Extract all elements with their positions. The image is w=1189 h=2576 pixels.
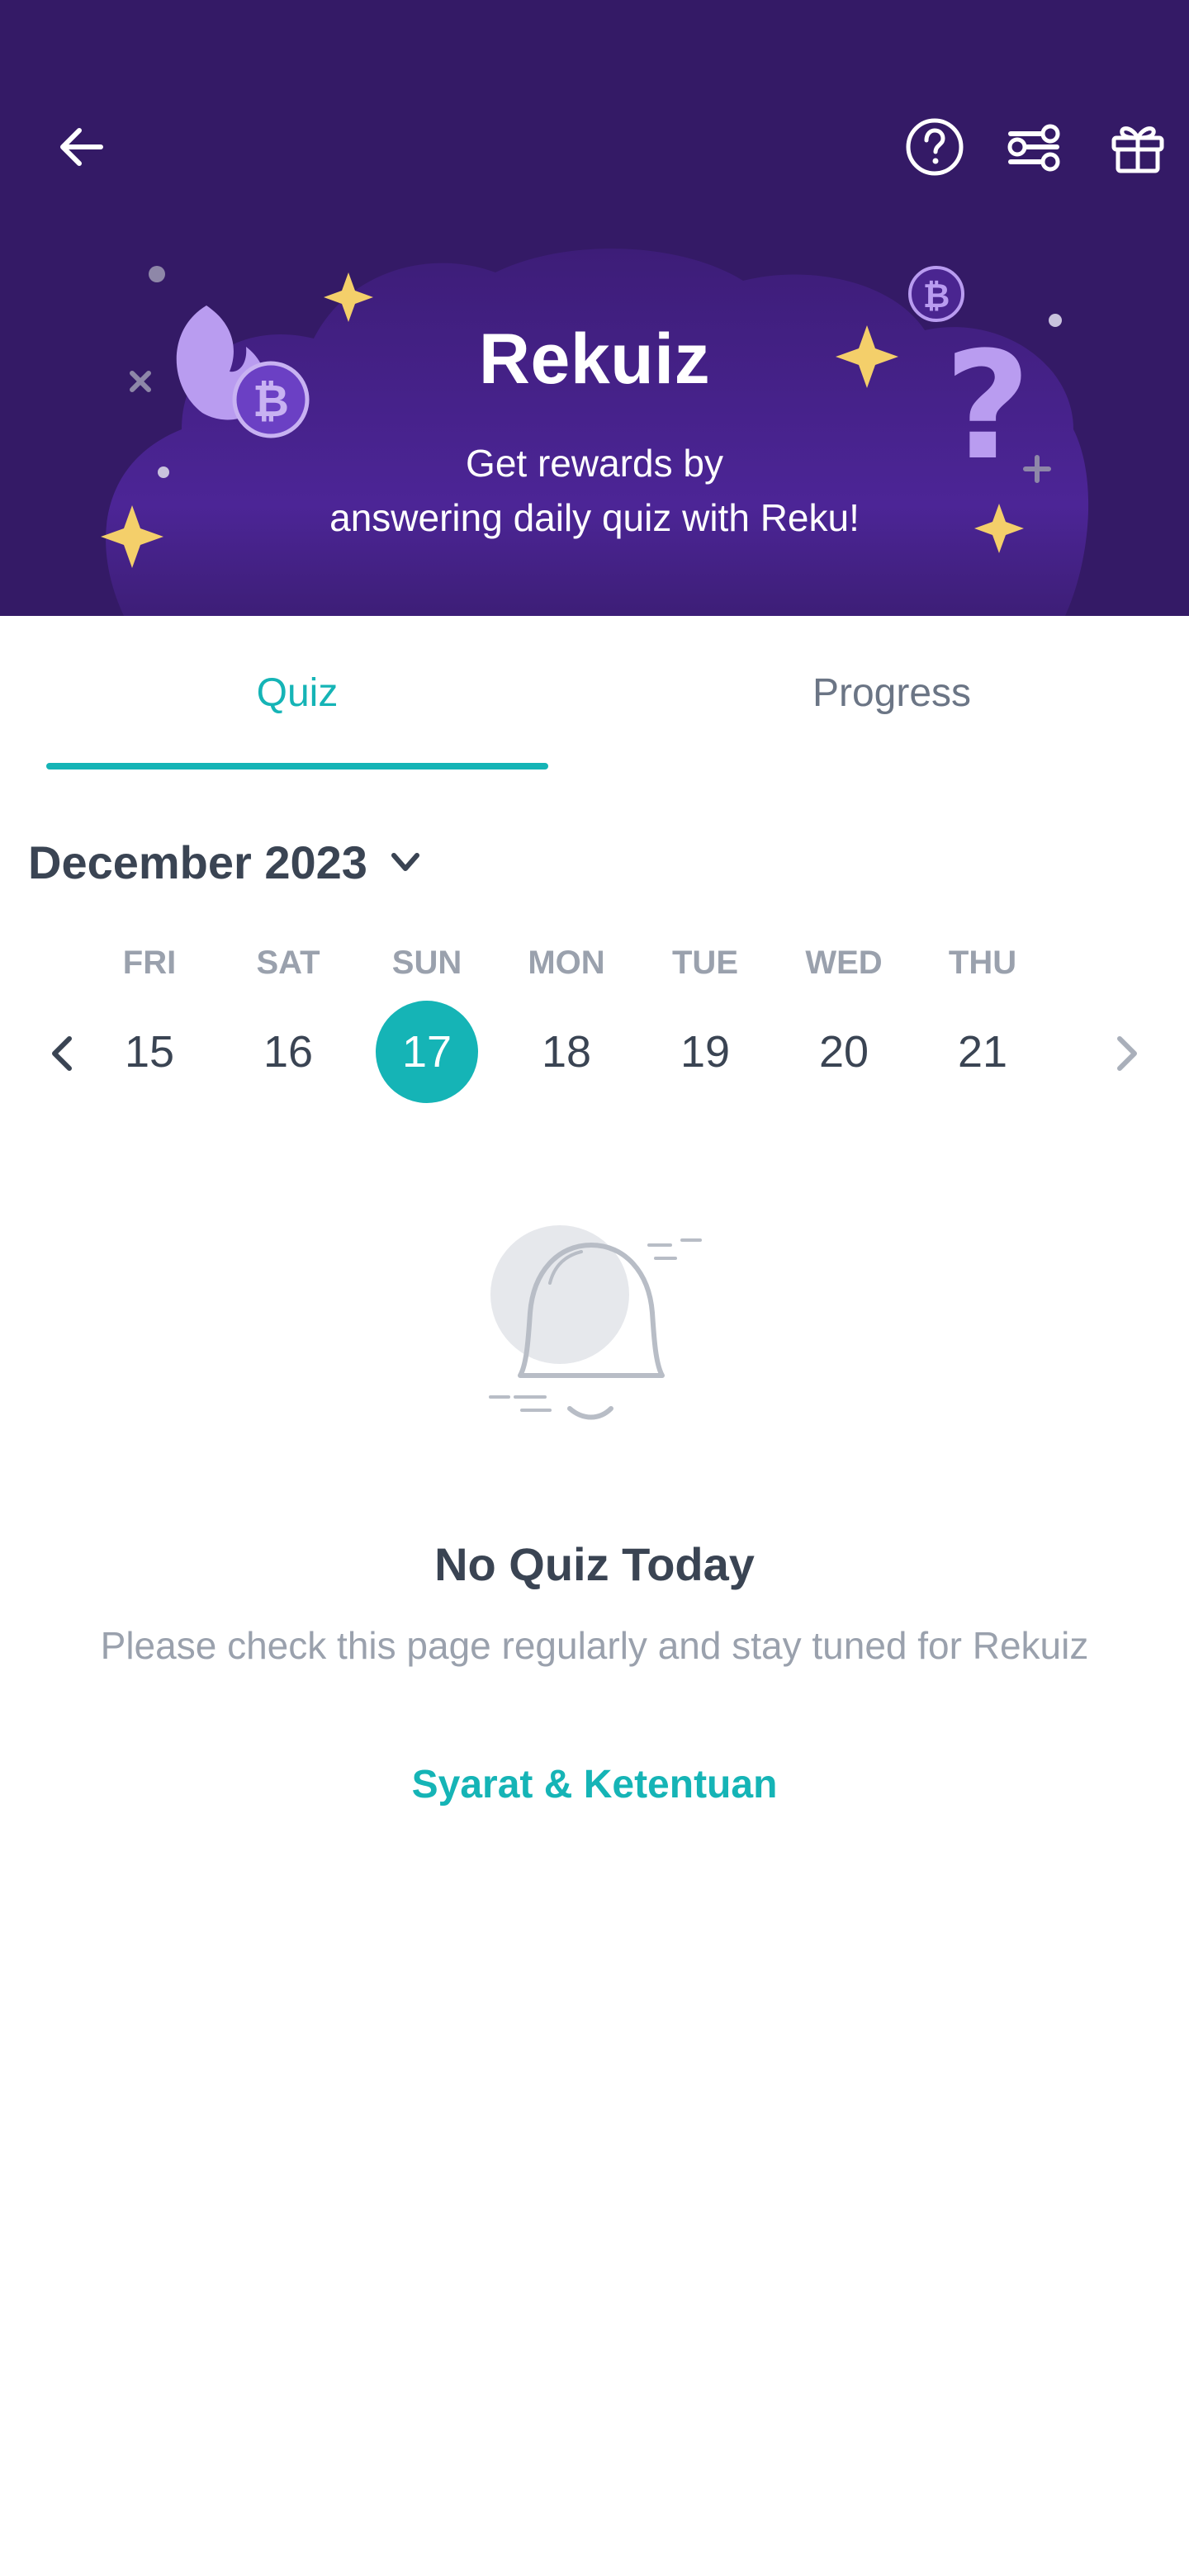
page-title: Rekuiz — [478, 320, 711, 399]
day-number: 18 — [541, 1027, 592, 1077]
bell-icon — [489, 1225, 702, 1420]
back-button[interactable] — [41, 107, 121, 187]
empty-state-title: No Quiz Today — [434, 1538, 755, 1590]
page-subtitle: Get rewards by answering daily quiz with… — [0, 436, 1189, 545]
tab-progress[interactable]: Progress — [594, 616, 1189, 769]
subtitle-line: Get rewards by — [466, 442, 723, 485]
day-item[interactable]: FRI 15 — [92, 941, 207, 1131]
month-label: December 2023 — [28, 836, 367, 888]
question-circle-icon — [906, 118, 964, 176]
tab-quiz[interactable]: Quiz — [46, 616, 548, 769]
day-item[interactable]: SAT 16 — [230, 941, 346, 1131]
day-number: 20 — [818, 1027, 869, 1077]
bitcoin-coin-icon-right: ₿ — [908, 266, 964, 322]
day-number: 21 — [957, 1027, 1008, 1077]
day-number: 16 — [263, 1027, 314, 1077]
day-item[interactable]: MON 18 — [509, 941, 624, 1131]
svg-text:₿: ₿ — [923, 277, 950, 315]
chevron-left-icon — [52, 1036, 72, 1071]
month-dropdown[interactable]: December 2023 — [28, 829, 425, 895]
gift-icon — [1111, 126, 1164, 173]
day-name: FRI — [122, 945, 177, 981]
day-number: 17 — [376, 1001, 478, 1103]
day-item[interactable]: THU 21 — [925, 941, 1040, 1131]
day-number: 19 — [680, 1027, 731, 1077]
settings-button[interactable] — [994, 107, 1073, 187]
arrow-left-icon — [60, 128, 103, 166]
sliders-icon — [1007, 124, 1060, 172]
day-name: WED — [805, 945, 883, 981]
day-name: TUE — [672, 945, 738, 981]
day-name: THU — [948, 945, 1017, 981]
day-name: MON — [528, 945, 605, 981]
help-button[interactable] — [895, 107, 974, 187]
terms-and-conditions-link[interactable]: Syarat & Ketentuan — [347, 1762, 842, 1807]
week-calendar: FRI 15 SAT 16 SUN 17 MON 18 TUE 19 WED 2… — [0, 941, 1189, 1131]
day-name: SUN — [391, 945, 462, 981]
chevron-right-icon — [1117, 1036, 1137, 1071]
day-item-selected[interactable]: SUN 17 — [369, 941, 485, 1131]
subtitle-line: answering daily quiz with Reku! — [329, 496, 860, 539]
previous-week-button[interactable] — [30, 1020, 96, 1087]
top-bar — [0, 107, 1189, 198]
empty-state-description: Please check this page regularly and sta… — [100, 1624, 1089, 1667]
active-tab-indicator — [46, 763, 548, 769]
day-number: 15 — [124, 1027, 175, 1077]
day-item[interactable]: WED 20 — [786, 941, 902, 1131]
chevron-down-icon — [386, 842, 425, 882]
day-item[interactable]: TUE 19 — [647, 941, 763, 1131]
day-name: SAT — [256, 945, 320, 981]
tab-bar: Quiz Progress — [0, 616, 1189, 769]
next-week-button[interactable] — [1093, 1020, 1159, 1087]
gift-button[interactable] — [1098, 107, 1177, 187]
hero-header: ₿ ₿ ? Rekuiz Get rewards by answering da… — [0, 0, 1189, 616]
